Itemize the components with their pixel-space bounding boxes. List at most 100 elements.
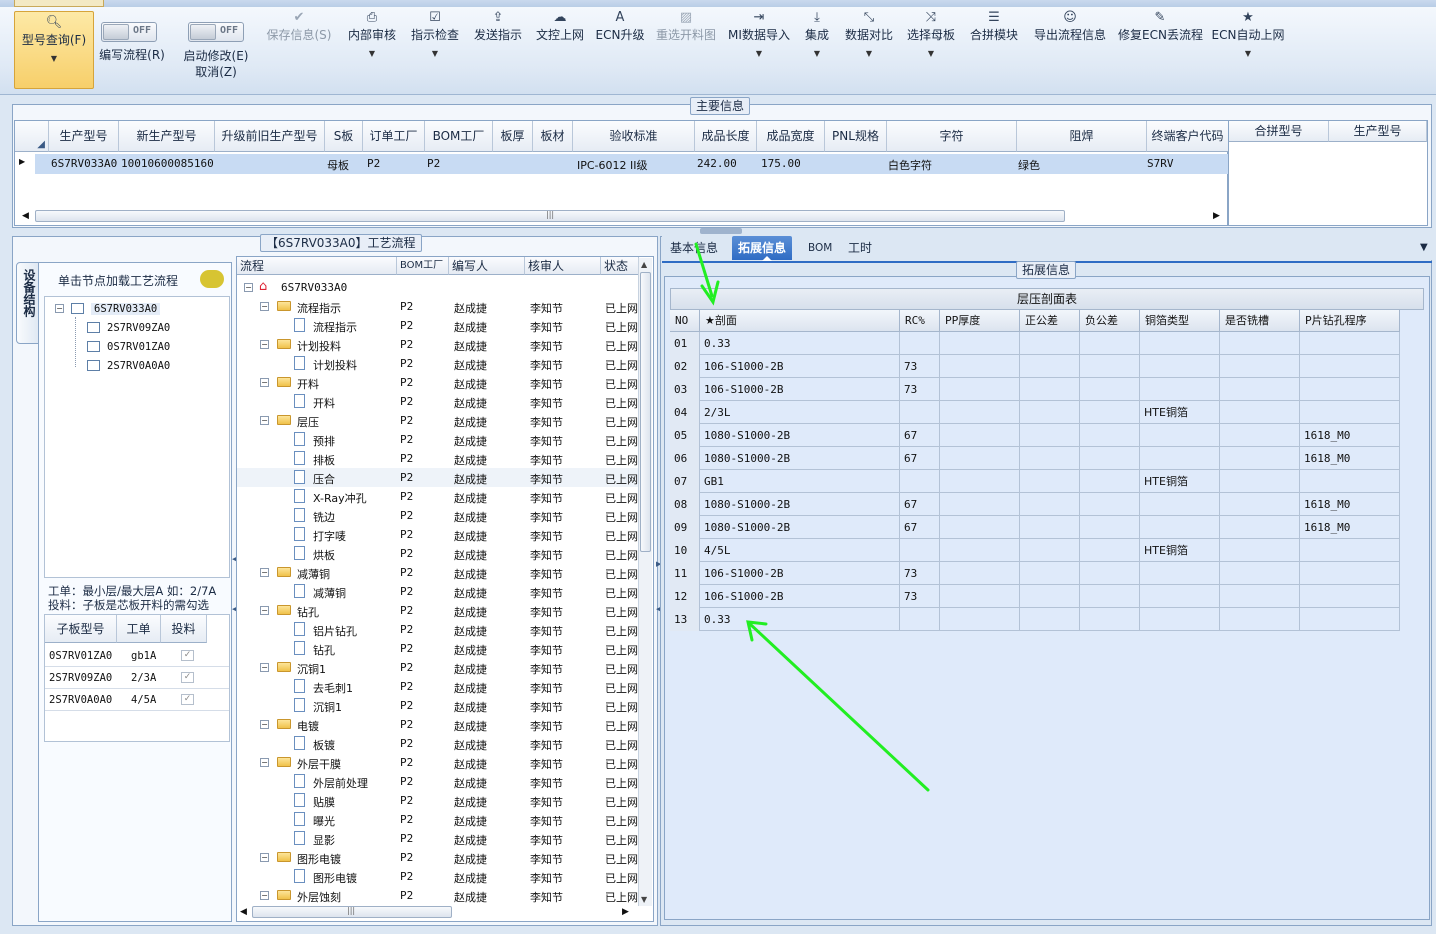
layer-drill-program[interactable] bbox=[1300, 355, 1400, 378]
layer-drill-program[interactable] bbox=[1300, 401, 1400, 424]
layer-minus-tolerance[interactable] bbox=[1080, 585, 1140, 608]
tree-checkbox[interactable] bbox=[71, 303, 84, 314]
layer-slot[interactable] bbox=[1220, 470, 1300, 493]
col-s-board[interactable]: S板 bbox=[325, 121, 363, 152]
col-writer[interactable]: 编写人 bbox=[449, 257, 525, 275]
layer-slot[interactable] bbox=[1220, 424, 1300, 447]
layer-copper-type[interactable] bbox=[1140, 562, 1220, 585]
scroll-left-icon[interactable]: ◀ bbox=[240, 907, 247, 917]
merge-module-button[interactable]: ☰ 合拼模块 bbox=[966, 7, 1022, 89]
mi-data-import-button[interactable]: ⇥ MI数据导入 ▼ bbox=[726, 7, 792, 89]
col-pnl[interactable]: PNL规格 bbox=[825, 121, 887, 152]
repair-ecn-flow-button[interactable]: ✎ 修复ECN丢流程 bbox=[1118, 7, 1203, 89]
layer-minus-tolerance[interactable] bbox=[1080, 447, 1140, 470]
layer-drill-program[interactable] bbox=[1300, 562, 1400, 585]
layer-slot[interactable] bbox=[1220, 493, 1300, 516]
col-merge-model[interactable]: 合拼型号 bbox=[1229, 121, 1329, 142]
feed-checkbox[interactable]: ✓ bbox=[181, 694, 194, 705]
data-compare-button[interactable]: ⤡ 数据对比 ▼ bbox=[842, 7, 896, 89]
layer-copper-type[interactable]: HTE铜箔 bbox=[1140, 539, 1220, 562]
layer-minus-tolerance[interactable] bbox=[1080, 355, 1140, 378]
process-row[interactable]: 压合 P2 赵成捷 李知节 已上网 bbox=[237, 468, 639, 487]
process-row[interactable]: 图形电镀 P2 赵成捷 李知节 已上网 bbox=[237, 867, 639, 886]
process-row[interactable]: 曝光 P2 赵成捷 李知节 已上网 bbox=[237, 810, 639, 829]
layer-minus-tolerance[interactable] bbox=[1080, 562, 1140, 585]
col-minus-tolerance[interactable]: 负公差 bbox=[1080, 310, 1140, 332]
col-standard[interactable]: 验收标准 bbox=[573, 121, 695, 152]
process-row[interactable]: 显影 P2 赵成捷 李知节 已上网 bbox=[237, 829, 639, 848]
col-width[interactable]: 成品宽度 bbox=[757, 121, 825, 152]
layer-slot[interactable] bbox=[1220, 447, 1300, 470]
layer-copper-type[interactable] bbox=[1140, 608, 1220, 631]
collapse-icon[interactable]: − bbox=[260, 758, 269, 767]
layer-plus-tolerance[interactable] bbox=[1020, 493, 1080, 516]
process-row[interactable]: 减薄铜 P2 赵成捷 李知节 已上网 bbox=[237, 582, 639, 601]
col-bom-factory[interactable]: BOM工厂 bbox=[397, 257, 449, 275]
process-row[interactable]: − 开料 P2 赵成捷 李知节 已上网 bbox=[237, 373, 639, 392]
col-plus-tolerance[interactable]: 正公差 bbox=[1020, 310, 1080, 332]
col-thickness[interactable]: 板厚 bbox=[493, 121, 533, 152]
process-row[interactable]: 去毛刺1 P2 赵成捷 李知节 已上网 bbox=[237, 677, 639, 696]
layer-minus-tolerance[interactable] bbox=[1080, 608, 1140, 631]
layer-minus-tolerance[interactable] bbox=[1080, 401, 1140, 424]
tree-node-child[interactable]: 2S7RV09ZA0 bbox=[107, 322, 170, 334]
col-drill-program[interactable]: P片钻孔程序 bbox=[1300, 310, 1400, 332]
collapse-icon[interactable]: − bbox=[260, 302, 269, 311]
col-length[interactable]: 成品长度 bbox=[695, 121, 757, 152]
col-order-factory[interactable]: 订单工厂 bbox=[363, 121, 425, 152]
layer-copper-type[interactable] bbox=[1140, 447, 1220, 470]
col-slot[interactable]: 是否铣槽 bbox=[1220, 310, 1300, 332]
process-row[interactable]: 烘板 P2 赵成捷 李知节 已上网 bbox=[237, 544, 639, 563]
layer-copper-type[interactable] bbox=[1140, 493, 1220, 516]
layer-plus-tolerance[interactable] bbox=[1020, 447, 1080, 470]
process-row[interactable]: − 计划投料 P2 赵成捷 李知节 已上网 bbox=[237, 335, 639, 354]
layer-drill-program[interactable]: 1618_M0 bbox=[1300, 493, 1400, 516]
publish-online-button[interactable]: ☁ 文控上网 bbox=[534, 7, 586, 89]
instruction-check-button[interactable]: ☑ 指示检查 ▼ bbox=[408, 7, 462, 89]
col-status[interactable]: 状态 bbox=[601, 257, 639, 275]
process-row[interactable]: 打字唛 P2 赵成捷 李知节 已上网 bbox=[237, 525, 639, 544]
layer-drill-program[interactable] bbox=[1300, 378, 1400, 401]
edit-flow-toggle[interactable]: OFF bbox=[101, 22, 157, 42]
process-row[interactable]: 铣边 P2 赵成捷 李知节 已上网 bbox=[237, 506, 639, 525]
layer-slot[interactable] bbox=[1220, 401, 1300, 424]
layer-slot[interactable] bbox=[1220, 562, 1300, 585]
col-sub-feed[interactable]: 投料 bbox=[161, 615, 207, 643]
process-row[interactable]: − 外层蚀刻 P2 赵成捷 李知节 已上网 bbox=[237, 886, 639, 905]
scroll-right-icon[interactable]: ▶ bbox=[622, 907, 629, 917]
feed-checkbox[interactable]: ✓ bbox=[181, 672, 194, 683]
process-row[interactable]: 流程指示 P2 赵成捷 李知节 已上网 bbox=[237, 316, 639, 335]
collapse-icon[interactable]: − bbox=[260, 416, 269, 425]
layer-plus-tolerance[interactable] bbox=[1020, 539, 1080, 562]
layer-drill-program[interactable] bbox=[1300, 332, 1400, 355]
layer-drill-program[interactable]: 1618_M0 bbox=[1300, 424, 1400, 447]
table-row[interactable]: 2S7RV09ZA0 2/3A ✓ bbox=[45, 667, 229, 689]
process-row[interactable]: 外层前处理 P2 赵成捷 李知节 已上网 bbox=[237, 772, 639, 791]
process-root-row[interactable]: − ⌂ 6S7RV033A0 bbox=[237, 278, 639, 297]
layer-copper-type[interactable] bbox=[1140, 424, 1220, 447]
process-row[interactable]: − 减薄铜 P2 赵成捷 李知节 已上网 bbox=[237, 563, 639, 582]
layer-plus-tolerance[interactable] bbox=[1020, 516, 1080, 539]
process-row[interactable]: − 外层干膜 P2 赵成捷 李知节 已上网 bbox=[237, 753, 639, 772]
tree-checkbox[interactable] bbox=[87, 322, 100, 333]
collapse-icon[interactable]: − bbox=[260, 340, 269, 349]
process-row[interactable]: − 钻孔 P2 赵成捷 李知节 已上网 bbox=[237, 601, 639, 620]
integrate-button[interactable]: ⤓ 集成 ▼ bbox=[800, 7, 834, 89]
collapse-icon[interactable]: − bbox=[260, 720, 269, 729]
col-new-model[interactable]: 新生产型号 bbox=[119, 121, 215, 152]
layer-minus-tolerance[interactable] bbox=[1080, 378, 1140, 401]
col-flow[interactable]: 流程 bbox=[237, 257, 397, 275]
layer-plus-tolerance[interactable] bbox=[1020, 470, 1080, 493]
layer-slot[interactable] bbox=[1220, 378, 1300, 401]
select-mother-board-button[interactable]: ⤨ 选择母板 ▼ bbox=[904, 7, 958, 89]
layer-slot[interactable] bbox=[1220, 539, 1300, 562]
layer-minus-tolerance[interactable] bbox=[1080, 332, 1140, 355]
tree-node-root[interactable]: 6S7RV033A0 bbox=[91, 303, 161, 315]
device-structure-tab[interactable]: 设备结构 bbox=[16, 262, 40, 344]
layer-drill-program[interactable] bbox=[1300, 585, 1400, 608]
horizontal-scrollbar[interactable]: ||| bbox=[252, 906, 452, 918]
send-instruction-button[interactable]: ⇪ 发送指示 bbox=[470, 7, 526, 89]
process-row[interactable]: − 层压 P2 赵成捷 李知节 已上网 bbox=[237, 411, 639, 430]
process-row[interactable]: 贴膜 P2 赵成捷 李知节 已上网 bbox=[237, 791, 639, 810]
layer-copper-type[interactable]: HTE铜箔 bbox=[1140, 401, 1220, 424]
